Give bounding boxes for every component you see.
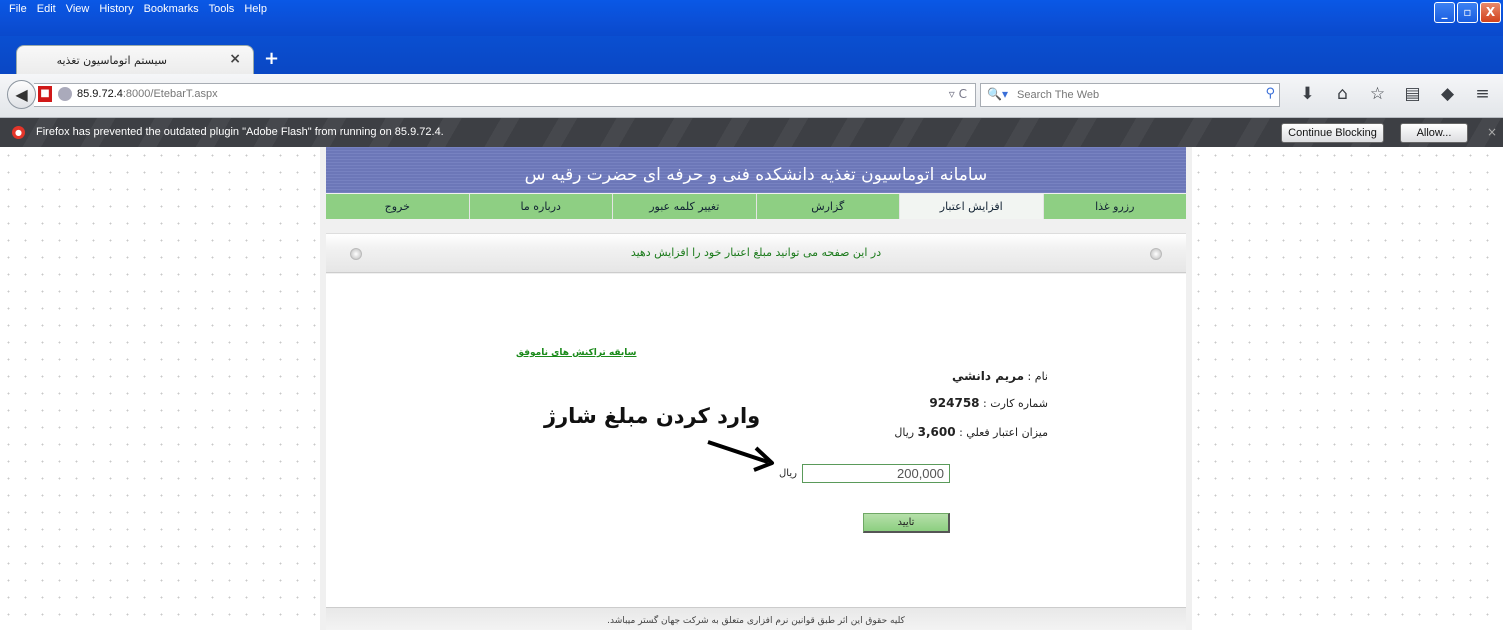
credit-row: ميزان اعتبار فعلي : 3,600 ريال <box>894 425 1048 439</box>
back-button[interactable]: ◀ <box>7 80 36 109</box>
card-row: شماره کارت : 924758 <box>929 396 1048 410</box>
hamburger-menu-icon[interactable]: ≡ <box>1465 84 1500 104</box>
site-identity-icon[interactable] <box>58 87 72 101</box>
site-footer: کلیه حقوق این اثر طبق قوانین نرم افزاری … <box>326 607 1186 630</box>
amount-unit: ريال <box>779 468 797 479</box>
nav-increase-credit[interactable]: افزایش اعتبار <box>900 194 1043 219</box>
menu-view[interactable]: View <box>61 1 95 17</box>
url-text[interactable]: 85.9.72.4:8000/EtebarT.aspx <box>77 88 218 100</box>
right-bullet-icon <box>1150 248 1162 260</box>
confirm-button[interactable]: تاييد <box>863 513 950 533</box>
annotation-text: وارد کردن مبلغ شارژ <box>544 404 761 428</box>
tab-strip: سیستم اتوماسیون تغذیه × + <box>0 36 1503 74</box>
menu-bookmarks[interactable]: Bookmarks <box>139 1 204 17</box>
tab-title: سیستم اتوماسیون تغذیه <box>56 54 167 67</box>
menu-edit[interactable]: Edit <box>32 1 61 17</box>
name-row: نام : مريم دانشي <box>952 369 1048 383</box>
home-icon[interactable]: ⌂ <box>1325 84 1360 104</box>
search-placeholder: Search The Web <box>1017 89 1100 101</box>
menu-bar: File Edit View History Bookmarks Tools H… <box>4 1 272 17</box>
notification-text: Firefox has prevented the outdated plugi… <box>36 126 444 138</box>
reload-icon[interactable]: ▿ C <box>949 87 967 101</box>
reading-list-icon[interactable]: ▤ <box>1395 84 1430 104</box>
site-header-title: سامانه اتوماسیون تغذیه دانشکده فنی و حرف… <box>326 147 1186 193</box>
credit-unit: ريال <box>894 426 918 439</box>
warning-icon: ● <box>12 126 25 139</box>
site-nav: رزرو غذا افزایش اعتبار گزارش تغییر کلمه … <box>326 194 1186 219</box>
new-tab-button[interactable]: + <box>264 48 279 69</box>
window-controls: _ ▫ X <box>1434 2 1501 23</box>
close-window-button[interactable]: X <box>1480 2 1501 23</box>
plugin-notification-bar: ● Firefox has prevented the outdated plu… <box>0 118 1503 147</box>
search-engine-icon[interactable]: 🔍▾ <box>987 87 1008 101</box>
menu-history[interactable]: History <box>94 1 138 17</box>
minimize-button[interactable]: _ <box>1434 2 1455 23</box>
credit-label: ميزان اعتبار فعلي : <box>955 426 1048 439</box>
url-host: 85.9.72.4 <box>77 88 123 100</box>
menu-help[interactable]: Help <box>239 1 272 17</box>
nav-about-us[interactable]: درباره ما <box>469 194 612 219</box>
window-titlebar: File Edit View History Bookmarks Tools H… <box>0 0 1503 36</box>
failed-transactions-link[interactable]: سابقه تراکنش های ناموفق <box>516 348 637 358</box>
site-container: سامانه اتوماسیون تغذیه دانشکده فنی و حرف… <box>320 147 1192 630</box>
maximize-button[interactable]: ▫ <box>1457 2 1478 23</box>
nav-report[interactable]: گزارش <box>756 194 899 219</box>
nav-logout[interactable]: خروج <box>326 194 469 219</box>
browser-tab-active[interactable]: سیستم اتوماسیون تغذیه × <box>16 45 254 74</box>
name-label: نام : <box>1024 370 1048 383</box>
addon-icon[interactable]: ◆ <box>1430 84 1465 104</box>
plugin-blocked-icon[interactable]: ■ <box>38 86 52 102</box>
credit-value: 3,600 <box>917 425 956 439</box>
url-bar[interactable]: ■ 85.9.72.4:8000/EtebarT.aspx ▿ C <box>34 83 976 107</box>
search-go-icon[interactable]: ⚲ <box>1265 86 1275 101</box>
navigation-toolbar: ■ 85.9.72.4:8000/EtebarT.aspx ▿ C ◀ 🔍▾ S… <box>0 74 1503 118</box>
content-area: سابقه تراکنش های ناموفق نام : مريم دانشي… <box>326 274 1186 607</box>
name-value: مريم دانشي <box>951 369 1025 383</box>
menu-file[interactable]: File <box>4 1 32 17</box>
allow-button[interactable]: Allow... <box>1400 123 1468 143</box>
page-viewport: سامانه اتوماسیون تغذیه دانشکده فنی و حرف… <box>0 147 1503 630</box>
charge-amount-input[interactable] <box>802 464 950 483</box>
nav-food-reservation[interactable]: رزرو غذا <box>1043 194 1186 219</box>
notification-close-icon[interactable]: × <box>1487 125 1497 139</box>
card-label: شماره کارت : <box>979 397 1048 410</box>
info-text: در این صفحه می توانید مبلغ اعتبار خود را… <box>630 246 882 259</box>
toolbar-icons: ⬇ ⌂ ☆ ▤ ◆ ≡ <box>1290 84 1500 104</box>
nav-change-password[interactable]: تغییر کلمه عبور <box>613 194 756 219</box>
continue-blocking-button[interactable]: Continue Blocking <box>1281 123 1384 143</box>
tab-close-icon[interactable]: × <box>229 51 241 67</box>
back-arrow-icon: ◀ <box>15 85 28 104</box>
menu-tools[interactable]: Tools <box>204 1 240 17</box>
download-icon[interactable]: ⬇ <box>1290 84 1325 104</box>
annotation-arrow-icon <box>707 440 774 472</box>
info-strip: در این صفحه می توانید مبلغ اعتبار خود را… <box>326 233 1186 273</box>
search-bar[interactable]: 🔍▾ Search The Web ⚲ <box>980 83 1280 107</box>
footer-copyright: کلیه حقوق این اثر طبق قوانین نرم افزاری … <box>607 616 905 626</box>
bookmark-star-icon[interactable]: ☆ <box>1360 84 1395 104</box>
card-value: 924758 <box>929 396 980 410</box>
url-path: :8000/EtebarT.aspx <box>122 88 218 100</box>
